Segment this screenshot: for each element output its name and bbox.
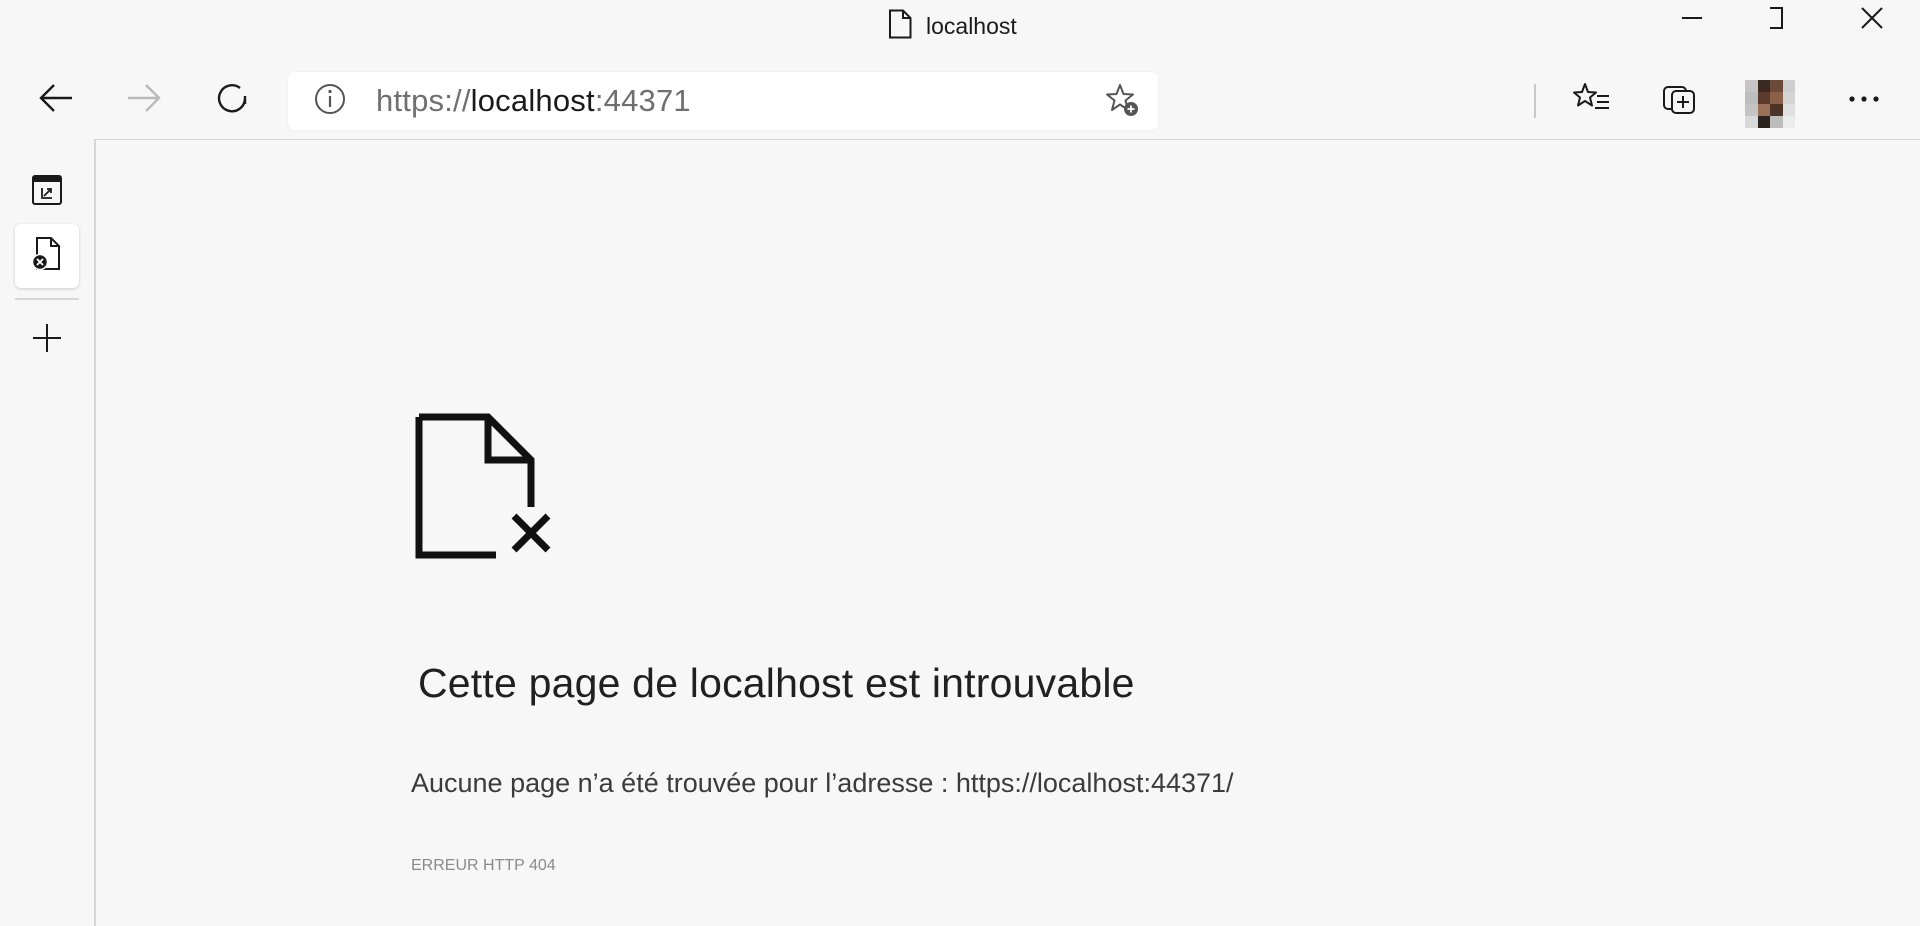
new-tab-icon <box>31 322 63 359</box>
info-icon <box>314 83 346 120</box>
minimize-button[interactable] <box>1652 0 1732 40</box>
favorites-button[interactable] <box>1562 72 1622 128</box>
refresh-icon <box>214 80 250 121</box>
close-icon <box>1860 6 1884 35</box>
page-error-icon <box>414 412 556 560</box>
back-button[interactable] <box>26 72 86 128</box>
refresh-button[interactable] <box>202 72 262 128</box>
window-title-text: localhost <box>926 12 1017 39</box>
url-host: localhost <box>470 83 595 118</box>
vertical-tabs-sidebar <box>0 140 96 926</box>
maximize-icon <box>1767 6 1789 34</box>
error-title: Cette page de localhost est introuvable <box>418 660 1135 706</box>
collections-icon <box>1661 79 1699 122</box>
tab-error-page[interactable] <box>15 224 79 288</box>
title-bar: localhost <box>0 0 1920 52</box>
toolbar-divider <box>1534 84 1536 118</box>
site-info-button[interactable] <box>314 83 346 120</box>
maximize-button[interactable] <box>1738 0 1818 40</box>
close-button[interactable] <box>1832 0 1912 40</box>
sidebar-divider <box>15 298 79 300</box>
forward-arrow-icon <box>126 82 162 119</box>
favorites-list-icon <box>1572 80 1612 121</box>
collections-button[interactable] <box>1650 72 1710 128</box>
content-top-border <box>94 139 1920 140</box>
error-page-tab-icon <box>31 236 63 277</box>
more-icon <box>1848 91 1880 109</box>
page-icon <box>888 9 912 44</box>
more-button[interactable] <box>1834 72 1894 128</box>
tab-actions-icon <box>31 174 63 211</box>
minimize-icon <box>1681 7 1703 34</box>
add-favorite-icon <box>1104 82 1140 123</box>
address-bar[interactable]: https://localhost:44371 <box>288 72 1158 130</box>
url-scheme: https:// <box>376 83 471 118</box>
forward-button[interactable] <box>114 72 174 128</box>
url-text[interactable]: https://localhost:44371 <box>376 84 691 118</box>
add-favorite-button[interactable] <box>1104 82 1140 123</box>
new-tab-button[interactable] <box>15 308 79 372</box>
error-description: Aucune page n’a été trouvée pour l’adres… <box>411 768 1234 798</box>
back-arrow-icon <box>38 82 74 119</box>
avatar[interactable] <box>1745 80 1795 128</box>
window-title: localhost <box>888 9 1017 44</box>
error-code: ERREUR HTTP 404 <box>411 857 556 874</box>
tab-actions-button[interactable] <box>15 160 79 224</box>
url-port: :44371 <box>594 83 691 118</box>
